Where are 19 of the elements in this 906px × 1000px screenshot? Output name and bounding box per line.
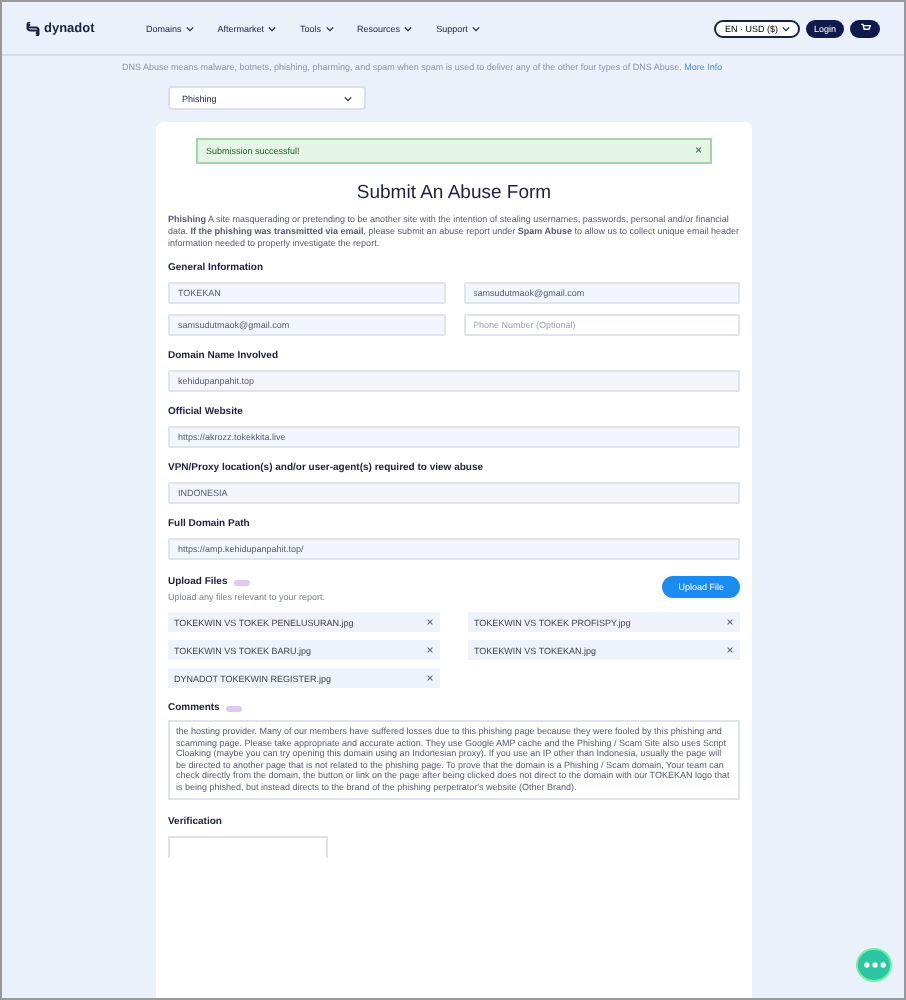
chevron-down-icon: [404, 25, 413, 31]
chevron-down-icon: [781, 25, 790, 31]
remove-icon[interactable]: [426, 674, 434, 682]
chevron-down-icon: [325, 25, 334, 31]
label-pill: [233, 579, 250, 585]
chevron-down-icon: [268, 25, 277, 31]
chevron-down-icon: [471, 25, 480, 31]
cart-icon: [859, 22, 871, 34]
chat-icon: [863, 962, 885, 968]
logo-icon: [26, 21, 40, 35]
remove-icon[interactable]: [726, 646, 734, 654]
cart-button[interactable]: [850, 19, 880, 37]
remove-icon[interactable]: [426, 618, 434, 626]
remove-icon[interactable]: [426, 646, 434, 654]
label-pill: [225, 705, 242, 711]
chevron-down-icon: [185, 25, 194, 31]
chevron-down-icon: [344, 95, 352, 101]
form-title: Submit An Abuse Form: [354, 182, 554, 204]
remove-icon[interactable]: [726, 618, 734, 626]
